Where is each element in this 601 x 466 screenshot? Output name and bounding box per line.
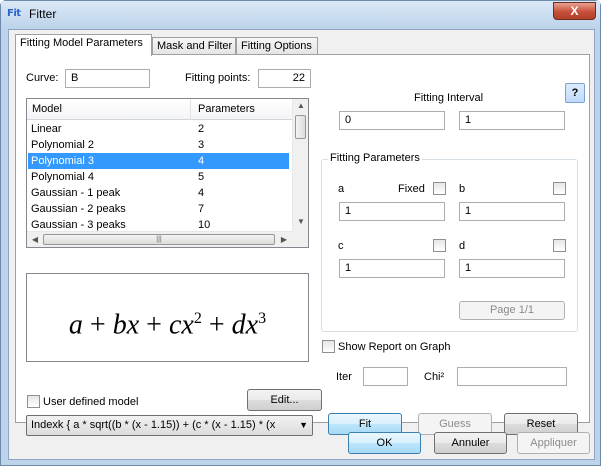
expression-value: Indexk { a * sqrt((b * (x - 1.15)) + (c … — [31, 419, 276, 431]
ok-button[interactable]: OK — [348, 432, 421, 454]
curve-field[interactable]: B — [65, 69, 150, 88]
vertical-scrollbar[interactable]: ▲ ▼ — [292, 99, 308, 231]
dialog-client: Fitting Model Parameters Mask and Filter… — [8, 29, 595, 460]
list-item[interactable]: Gaussian - 1 peak 4 — [28, 185, 289, 201]
chevron-down-icon[interactable]: ▼ — [299, 416, 308, 435]
param-d-label: d — [459, 240, 466, 252]
fixed-b-checkbox[interactable] — [553, 182, 566, 195]
list-item[interactable]: Polynomial 45 — [28, 169, 289, 185]
list-item[interactable]: Gaussian - 2 peaks 7 — [28, 201, 289, 217]
model-list[interactable]: Model Parameters Linear 2 Polynomial 23 P… — [26, 98, 309, 248]
fixed-c-checkbox[interactable] — [433, 239, 446, 252]
chi-label: Chi² — [424, 371, 445, 383]
fitting-parameters-title: Fitting Parameters — [328, 152, 422, 164]
chi-field[interactable] — [457, 367, 567, 386]
user-defined-label: User defined model — [43, 396, 139, 408]
cancel-button[interactable]: Annuler — [434, 432, 507, 454]
column-divider[interactable] — [190, 99, 191, 120]
iter-field[interactable] — [363, 367, 408, 386]
param-b-field[interactable]: 1 — [459, 202, 565, 221]
fixed-d-checkbox[interactable] — [553, 239, 566, 252]
fitting-points-field[interactable]: 22 — [258, 69, 311, 88]
close-button[interactable]: X — [553, 2, 596, 20]
title-bar[interactable]: Fit Fitter X — [1, 1, 600, 29]
model-list-header: Model Parameters — [27, 99, 292, 120]
fitter-window: Fit Fitter X Fitting Model Parameters Ma… — [0, 0, 601, 466]
interval-from-field[interactable]: 0 — [339, 111, 445, 130]
fitting-parameters-group: Fitting Parameters a Fixed 1 b 1 c 1 d 1… — [321, 152, 578, 332]
scroll-down-icon[interactable]: ▼ — [293, 217, 308, 226]
user-defined-checkbox[interactable] — [27, 395, 40, 408]
help-button[interactable]: ? — [565, 83, 585, 103]
scrollbar-corner — [292, 231, 308, 247]
scroll-thumb-horizontal[interactable]: ||| — [43, 234, 275, 245]
curve-label: Curve: — [26, 72, 59, 84]
fitting-interval-label: Fitting Interval — [414, 92, 484, 104]
param-d-field[interactable]: 1 — [459, 259, 565, 278]
scroll-thumb-vertical[interactable] — [295, 115, 306, 139]
tab-fitting-model-parameters[interactable]: Fitting Model Parameters — [15, 34, 152, 56]
column-header-parameters[interactable]: Parameters — [198, 103, 255, 115]
param-b-label: b — [459, 183, 466, 195]
tab-fitting-options[interactable]: Fitting Options — [236, 37, 318, 55]
expression-combobox[interactable]: Indexk { a * sqrt((b * (x - 1.15)) + (c … — [26, 415, 313, 436]
iter-label: Iter — [336, 371, 352, 383]
formula-display: a + bx + cx2 + dx3 — [26, 273, 309, 362]
window-title: Fitter — [29, 7, 57, 21]
fitting-points-label: Fitting points: — [185, 72, 251, 84]
scroll-right-icon[interactable]: ▶ — [276, 235, 292, 244]
scroll-left-icon[interactable]: ◀ — [27, 235, 43, 244]
interval-to-field[interactable]: 1 — [459, 111, 565, 130]
param-c-field[interactable]: 1 — [339, 259, 445, 278]
list-item-selected[interactable]: Polynomial 34 — [28, 153, 289, 169]
fixed-a-checkbox[interactable] — [433, 182, 446, 195]
param-a-field[interactable]: 1 — [339, 202, 445, 221]
list-item[interactable]: Polynomial 23 — [28, 137, 289, 153]
show-report-checkbox[interactable] — [322, 340, 335, 353]
page-button[interactable]: Page 1/1 — [459, 301, 565, 320]
tab-panel: Curve: B Fitting points: 22 Model Parame… — [15, 54, 590, 436]
scroll-up-icon[interactable]: ▲ — [293, 101, 308, 110]
tab-mask-and-filter[interactable]: Mask and Filter — [152, 37, 236, 55]
param-c-label: c — [338, 240, 344, 252]
show-report-label: Show Report on Graph — [338, 341, 451, 353]
horizontal-scrollbar[interactable]: ◀ ||| ▶ — [27, 231, 292, 247]
fit-app-icon: Fit — [7, 8, 21, 19]
close-icon: X — [570, 4, 579, 18]
fixed-label: Fixed — [398, 183, 425, 195]
list-item[interactable]: Linear 2 — [28, 121, 289, 137]
edit-button[interactable]: Edit... — [247, 389, 322, 411]
apply-button[interactable]: Appliquer — [517, 432, 590, 454]
column-header-model[interactable]: Model — [32, 103, 62, 115]
param-a-label: a — [338, 183, 345, 195]
